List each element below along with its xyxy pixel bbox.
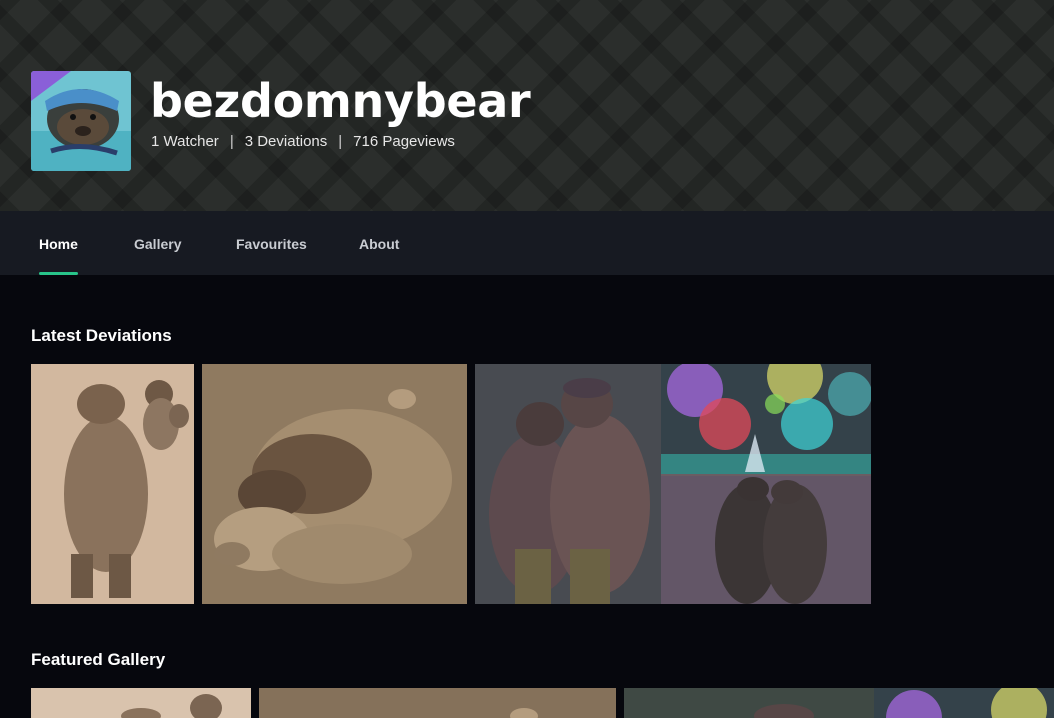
- stats-separator: |: [229, 133, 234, 150]
- bear-standing-image: [31, 688, 251, 718]
- username[interactable]: bezdomnybear: [150, 74, 531, 128]
- stats-separator: |: [338, 133, 343, 150]
- profile-stats: 1 Watcher | 3 Deviations | 716 Pageviews: [151, 133, 455, 150]
- pageviews-count: 716 Pageviews: [353, 133, 455, 150]
- bears-fireworks-image: [624, 688, 1054, 718]
- deviation-thumbnail[interactable]: [202, 364, 467, 604]
- gallery-thumbnail[interactable]: [259, 688, 616, 718]
- profile-nav: Home Gallery Favourites About: [0, 211, 1054, 275]
- tab-about[interactable]: About: [359, 211, 399, 275]
- profile-header: bezdomnybear 1 Watcher | 3 Deviations | …: [0, 0, 1054, 211]
- tab-gallery[interactable]: Gallery: [134, 211, 181, 275]
- deviation-thumbnail[interactable]: [31, 364, 194, 604]
- deviation-thumbnail[interactable]: [475, 364, 871, 604]
- bears-resting-image: [259, 688, 616, 718]
- bears-resting-image: [202, 364, 467, 604]
- bears-fireworks-image: [475, 364, 871, 604]
- gallery-thumbnail[interactable]: [31, 688, 251, 718]
- latest-deviations-title[interactable]: Latest Deviations: [31, 326, 172, 346]
- avatar-image: [31, 71, 131, 171]
- watchers-count[interactable]: 1 Watcher: [151, 133, 219, 150]
- gallery-thumbnail[interactable]: [624, 688, 1054, 718]
- bear-standing-image: [31, 364, 194, 604]
- deviations-count[interactable]: 3 Deviations: [245, 133, 328, 150]
- avatar[interactable]: [31, 71, 131, 171]
- tab-home[interactable]: Home: [39, 211, 78, 275]
- tab-favourites[interactable]: Favourites: [236, 211, 307, 275]
- featured-gallery-title[interactable]: Featured Gallery: [31, 650, 165, 670]
